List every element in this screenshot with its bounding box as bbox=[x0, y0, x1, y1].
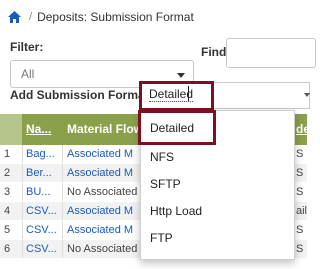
dropdown-option-http-load[interactable]: Http Load bbox=[150, 204, 202, 218]
row-number: 1 bbox=[4, 148, 11, 160]
chevron-down-icon[interactable] bbox=[304, 93, 310, 97]
column-divider bbox=[22, 240, 23, 258]
column-divider bbox=[62, 202, 63, 220]
row-tail-cell: S bbox=[296, 224, 304, 236]
column-header-name[interactable]: Na... bbox=[26, 122, 51, 136]
row-tail-cell: S bbox=[296, 186, 304, 198]
option-highlight-box bbox=[138, 110, 216, 145]
home-icon[interactable] bbox=[8, 11, 21, 23]
page-title: Deposits: Submission Format bbox=[37, 10, 194, 24]
filter-value: All bbox=[21, 67, 35, 81]
input-highlight-box bbox=[139, 81, 214, 111]
dropdown-option-sftp[interactable]: SFTP bbox=[150, 177, 181, 191]
row-name-link[interactable]: CSV... bbox=[26, 243, 57, 255]
column-header-material-flow[interactable]: Material Flow bbox=[67, 122, 143, 136]
column-divider bbox=[62, 164, 63, 182]
find-label: Find bbox=[201, 45, 227, 59]
row-name-link[interactable]: Bag... bbox=[26, 148, 55, 160]
column-divider bbox=[62, 183, 63, 201]
row-material-flow-link[interactable]: Associated M bbox=[67, 148, 133, 160]
breadcrumb-separator: / bbox=[29, 11, 33, 23]
column-divider bbox=[62, 240, 63, 258]
column-divider bbox=[22, 164, 23, 182]
row-material-flow-link[interactable]: Associated M bbox=[67, 205, 133, 217]
row-number: 6 bbox=[4, 243, 11, 255]
column-divider bbox=[62, 145, 63, 163]
row-tail-cell: S bbox=[296, 148, 304, 160]
find-input[interactable] bbox=[226, 38, 316, 68]
row-material-flow-link[interactable]: Associated M bbox=[67, 224, 133, 236]
row-tail-cell: S bbox=[296, 167, 304, 179]
row-name-link[interactable]: CSV... bbox=[26, 205, 57, 217]
column-divider bbox=[22, 221, 23, 239]
column-header-de[interactable]: de bbox=[296, 122, 310, 136]
row-material-flow-link[interactable]: Associated M bbox=[67, 167, 133, 179]
add-format-label: Add Submission Format bbox=[10, 88, 149, 102]
column-divider bbox=[22, 183, 23, 201]
filter-label: Filter: bbox=[10, 40, 44, 54]
row-number-header bbox=[0, 114, 22, 145]
row-name-link[interactable]: BU... bbox=[26, 186, 50, 198]
row-material-flow-text: No Associated bbox=[67, 186, 138, 198]
dropdown-option-nfs[interactable]: NFS bbox=[150, 150, 174, 164]
row-name-link[interactable]: Ber... bbox=[26, 167, 52, 179]
column-divider bbox=[22, 202, 23, 220]
row-name-link[interactable]: CSV... bbox=[26, 224, 57, 236]
row-tail-cell: S bbox=[296, 243, 304, 255]
column-divider bbox=[62, 221, 63, 239]
breadcrumb: / Deposits: Submission Format bbox=[0, 0, 307, 34]
row-number: 3 bbox=[4, 186, 11, 198]
dropdown-option-ftp[interactable]: FTP bbox=[150, 231, 173, 245]
row-number: 5 bbox=[4, 224, 11, 236]
row-number: 4 bbox=[4, 205, 11, 217]
column-divider bbox=[22, 145, 23, 163]
row-tail-cell: ail bbox=[296, 205, 308, 217]
chevron-down-icon bbox=[177, 73, 185, 78]
row-number: 2 bbox=[4, 167, 11, 179]
